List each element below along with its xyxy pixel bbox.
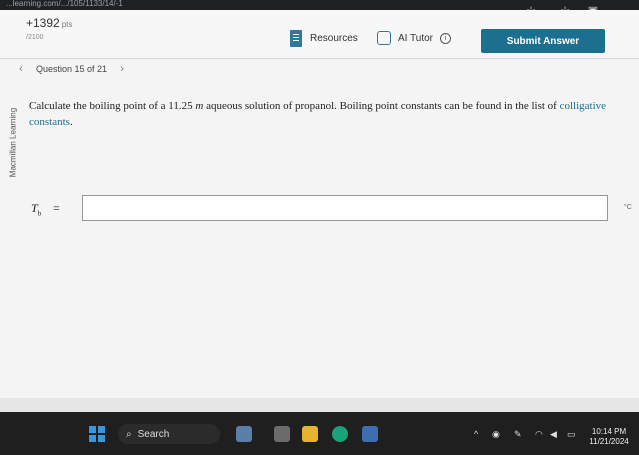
- chrome-tray-icon[interactable]: ◉: [492, 429, 500, 441]
- answer-symbol: T: [31, 201, 38, 215]
- book-icon: [290, 29, 302, 47]
- url-text: ...learning.com/.../105/1133/14/-1: [6, 0, 123, 8]
- resources-button[interactable]: Resources: [290, 28, 358, 48]
- wifi-icon[interactable]: ◠: [535, 429, 543, 441]
- ai-tutor-label: AI Tutor: [398, 32, 434, 44]
- store-icon[interactable]: [362, 426, 378, 442]
- boiling-point-input[interactable]: [82, 195, 608, 221]
- taskbar: ⌕ Search ^ ◉ ✎ ◠ ◀ ▭ 10:14 PM 11/21/2024: [0, 412, 639, 455]
- points-score: +1392 pts: [26, 16, 72, 30]
- system-clock[interactable]: 10:14 PM 11/21/2024: [586, 427, 632, 447]
- assignment-page: +1392 pts /2100 Resources AI Tutor i Subm…: [0, 10, 639, 412]
- robot-icon: [377, 31, 391, 45]
- file-explorer-icon[interactable]: [302, 426, 318, 442]
- chevron-up-icon[interactable]: ^: [474, 429, 478, 441]
- answer-row: Tb = °C: [31, 195, 632, 221]
- resources-label: Resources: [310, 32, 358, 44]
- question-text-end: .: [69, 116, 73, 128]
- widgets-icon[interactable]: [236, 426, 252, 442]
- question-text-start: Calculate the boiling point of a 11.25: [29, 100, 196, 112]
- next-question-icon[interactable]: ›: [115, 63, 129, 75]
- brand-sidebar: Macmillan Learning: [8, 88, 18, 200]
- task-view-icon[interactable]: [274, 426, 290, 442]
- answer-unit: °C: [624, 204, 632, 211]
- taskbar-search[interactable]: ⌕ Search: [118, 424, 220, 444]
- brand-label: Macmillan Learning: [8, 107, 18, 178]
- points-unit: pts: [61, 20, 73, 29]
- equals-sign: =: [53, 201, 60, 215]
- volume-icon[interactable]: ◀: [550, 429, 557, 441]
- clock-date: 11/21/2024: [589, 437, 629, 446]
- question-text: Calculate the boiling point of a 11.25 m…: [29, 98, 619, 130]
- edge-browser-icon[interactable]: [332, 426, 348, 442]
- answer-subscript: b: [37, 209, 42, 218]
- previous-question-icon[interactable]: ‹: [14, 63, 28, 75]
- pen-icon[interactable]: ✎: [514, 429, 522, 441]
- header-divider: [0, 58, 639, 59]
- points-total: /2100: [26, 34, 44, 41]
- search-icon: ⌕: [126, 428, 132, 440]
- question-text-middle: aqueous solution of propanol. Boiling po…: [203, 100, 560, 112]
- search-label: Search: [137, 428, 170, 440]
- info-icon[interactable]: i: [440, 32, 452, 44]
- ai-tutor-button[interactable]: AI Tutor i: [377, 28, 452, 48]
- battery-icon[interactable]: ▭: [567, 429, 576, 441]
- question-navigation: ‹ Question 15 of 21 ›: [14, 62, 129, 76]
- submit-answer-button[interactable]: Submit Answer: [481, 29, 605, 53]
- question-counter: Question 15 of 21: [36, 64, 108, 74]
- points-value: +1392: [26, 16, 60, 30]
- clock-time: 10:14 PM: [591, 427, 627, 436]
- page-footer-strip: [0, 398, 639, 412]
- windows-start-icon[interactable]: [89, 426, 105, 442]
- assignment-header: +1392 pts /2100 Resources AI Tutor i Subm…: [0, 10, 639, 58]
- answer-label: Tb: [31, 201, 41, 217]
